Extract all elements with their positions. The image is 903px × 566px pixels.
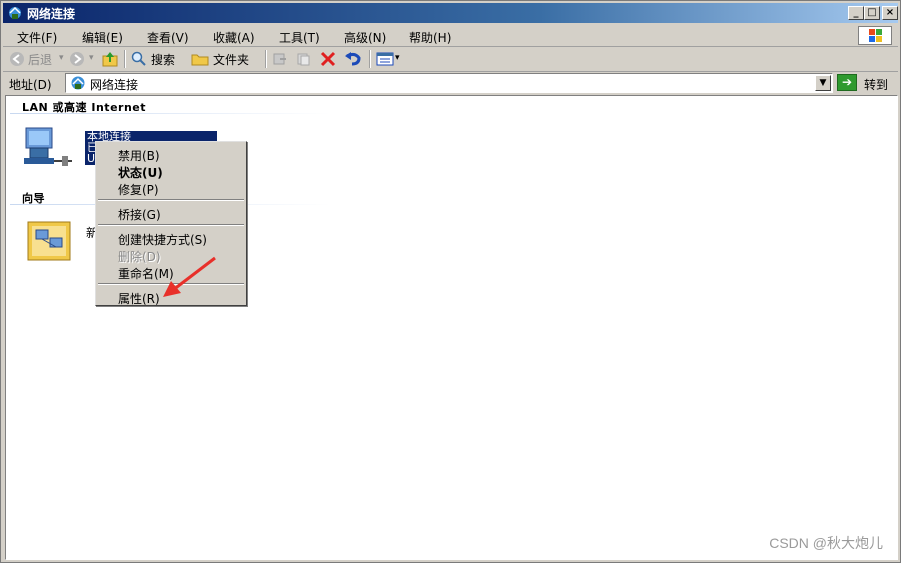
- menu-item-status[interactable]: 状态(U): [118, 164, 163, 181]
- windows-logo-icon: [858, 26, 892, 45]
- forward-arrow-icon[interactable]: [69, 51, 85, 67]
- menu-favorites[interactable]: 收藏(A): [213, 29, 255, 46]
- close-button[interactable]: ×: [882, 6, 898, 20]
- go-label: 转到: [864, 78, 889, 92]
- minimize-button[interactable]: _: [848, 6, 864, 20]
- title-bar[interactable]: 网络连接 _ □ ×: [3, 3, 898, 23]
- toolbar: 后退 ▾ ▾ 搜索 文件夹 ▾: [3, 47, 898, 72]
- undo-icon[interactable]: [343, 50, 363, 68]
- network-connections-icon: [71, 76, 85, 90]
- menu-edit[interactable]: 编辑(E): [82, 29, 123, 46]
- network-connections-icon: [9, 6, 21, 19]
- local-connection-icon[interactable]: [22, 126, 74, 172]
- back-button[interactable]: 后退: [28, 51, 52, 68]
- views-dropdown-icon[interactable]: ▾: [395, 53, 400, 63]
- menu-item-rename[interactable]: 重命名(M): [118, 265, 174, 282]
- search-button[interactable]: 搜索: [151, 51, 175, 68]
- delete-icon[interactable]: [319, 50, 337, 68]
- maximize-button[interactable]: □: [864, 6, 880, 20]
- move-to-icon[interactable]: [272, 51, 288, 67]
- context-menu: 禁用(B) 状态(U) 修复(P) 桥接(G) 创建快捷方式(S) 删除(D) …: [95, 141, 247, 306]
- menu-advanced[interactable]: 高级(N): [344, 29, 386, 46]
- views-icon[interactable]: [376, 51, 394, 67]
- menu-item-properties[interactable]: 属性(R): [118, 290, 160, 307]
- back-dropdown-icon[interactable]: ▾: [59, 53, 64, 63]
- menu-item-repair[interactable]: 修复(P): [118, 181, 159, 198]
- search-icon: [131, 51, 146, 66]
- menu-item-delete: 删除(D): [118, 250, 161, 264]
- network-connections-window: 网络连接 _ □ × 文件(F) 编辑(E) 查看(V) 收藏(A) 工具(T)…: [0, 0, 901, 563]
- folders-button[interactable]: 文件夹: [213, 51, 249, 68]
- menu-file[interactable]: 文件(F): [17, 29, 57, 46]
- window-title: 网络连接: [27, 7, 76, 21]
- go-arrow-icon: ➔: [837, 74, 857, 91]
- watermark: CSDN @秋大炮儿: [769, 535, 883, 551]
- menu-tools[interactable]: 工具(T): [279, 29, 320, 46]
- up-folder-icon[interactable]: [101, 50, 119, 68]
- back-arrow-icon: [10, 52, 24, 66]
- forward-dropdown-icon[interactable]: ▾: [89, 53, 94, 63]
- menu-item-create-shortcut[interactable]: 创建快捷方式(S): [118, 231, 207, 248]
- menu-item-disable[interactable]: 禁用(B): [118, 147, 160, 164]
- address-value: 网络连接: [90, 78, 139, 92]
- new-connection-wizard-icon[interactable]: [26, 218, 74, 264]
- menu-help[interactable]: 帮助(H): [409, 29, 451, 46]
- address-dropdown-icon[interactable]: ▼: [815, 75, 831, 91]
- address-label: 地址(D): [9, 78, 52, 92]
- address-bar: 地址(D) 网络连接 ▼ ➔ 转到: [3, 72, 898, 94]
- menu-item-bridge[interactable]: 桥接(G): [118, 206, 161, 223]
- folders-icon: [191, 54, 209, 66]
- address-field[interactable]: 网络连接 ▼: [65, 73, 833, 93]
- copy-to-icon[interactable]: [295, 51, 311, 67]
- menu-bar: 文件(F) 编辑(E) 查看(V) 收藏(A) 工具(T) 高级(N) 帮助(H…: [3, 25, 898, 47]
- menu-view[interactable]: 查看(V): [147, 29, 189, 46]
